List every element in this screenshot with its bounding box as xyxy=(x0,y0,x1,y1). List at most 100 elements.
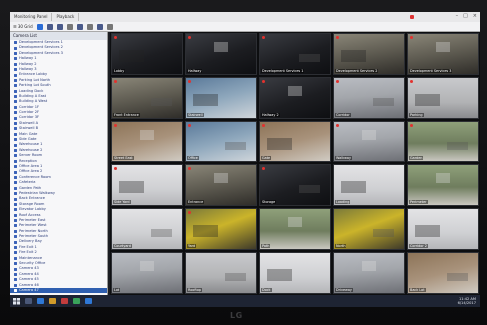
scene-detail xyxy=(446,141,468,150)
scene-detail xyxy=(341,49,366,62)
live-view-icon[interactable] xyxy=(36,23,43,30)
camera-icon xyxy=(14,186,17,190)
scene-detail xyxy=(214,41,228,52)
tab-playback[interactable]: Playback xyxy=(52,13,80,21)
camera-tile-label: Hallway 2 xyxy=(261,112,280,117)
scene-detail xyxy=(119,49,144,62)
scene-detail xyxy=(267,137,292,150)
camera-tile[interactable]: Development Services 2 xyxy=(333,33,405,75)
camera-tile[interactable]: Side Yard xyxy=(111,164,183,207)
close-button[interactable]: × xyxy=(473,13,477,19)
scene-detail xyxy=(288,217,302,228)
camera-tile[interactable]: Hallway 2 xyxy=(259,76,331,119)
recording-indicator xyxy=(336,123,339,127)
camera-tile-label: Development Services 1 xyxy=(261,68,305,73)
scene-detail xyxy=(436,41,450,52)
camera-tile[interactable]: Back Lot xyxy=(407,252,479,294)
camera-tile-label: Front Entrance xyxy=(113,112,140,117)
maximize-button[interactable]: □ xyxy=(463,13,468,19)
recording-indicator xyxy=(188,79,191,83)
search-taskbar-icon[interactable] xyxy=(25,298,32,304)
camera-tile[interactable]: Garden xyxy=(407,120,479,163)
camera-tile[interactable]: Office xyxy=(185,120,257,163)
camera-tile[interactable]: Development Services 3 xyxy=(407,33,479,75)
camera-icon xyxy=(14,272,17,276)
vms-app-icon[interactable] xyxy=(85,298,92,304)
browser-icon[interactable] xyxy=(37,298,44,304)
system-clock[interactable]: 11:42 AM 6/14/2017 xyxy=(458,297,476,305)
camera-tile[interactable]: Courtyard xyxy=(111,208,183,251)
camera-tile[interactable]: Dock xyxy=(259,252,331,294)
camera-tile[interactable]: Walkway xyxy=(333,120,405,163)
camera-tile[interactable]: Entrance xyxy=(185,164,257,207)
recording-indicator xyxy=(410,123,413,127)
camera-list-item[interactable]: Camera 47 xyxy=(10,287,107,294)
record-icon[interactable] xyxy=(66,23,73,30)
camera-tile-label: Yard xyxy=(187,244,197,249)
scene-detail xyxy=(150,97,172,106)
recording-indicator xyxy=(336,36,339,39)
camera-tile[interactable]: Hallway xyxy=(185,33,257,75)
camera-tile[interactable]: Perimeter xyxy=(407,164,479,207)
camera-tile-label: Driveway xyxy=(335,287,353,292)
recording-indicator xyxy=(262,123,265,127)
media-icon[interactable] xyxy=(61,298,68,304)
camera-tile[interactable]: Corridor xyxy=(333,76,405,119)
camera-tile[interactable]: Stairwell xyxy=(185,76,257,119)
camera-tile-label: Loading xyxy=(335,200,351,205)
monitor-brand-logo: LG xyxy=(230,311,243,320)
camera-icon xyxy=(14,51,17,55)
camera-tile[interactable]: Yard xyxy=(185,208,257,251)
scene-detail xyxy=(436,173,450,184)
recording-indicator xyxy=(188,123,191,127)
camera-tile[interactable]: North xyxy=(333,208,405,251)
tab-monitoring[interactable]: Monitoring Panel xyxy=(10,13,53,21)
camera-icon xyxy=(14,159,17,163)
camera-icon xyxy=(14,289,17,293)
camera-tile[interactable]: Lot xyxy=(111,252,183,294)
recording-indicator xyxy=(262,79,265,83)
scene-detail xyxy=(193,93,218,106)
camera-tile[interactable]: Front Entrance xyxy=(111,76,183,119)
camera-icon xyxy=(14,213,17,217)
search-icon[interactable] xyxy=(46,23,53,30)
minimize-button[interactable]: – xyxy=(456,13,459,19)
scene-detail xyxy=(362,261,376,272)
camera-tile[interactable]: Parking xyxy=(407,76,479,119)
camera-tile[interactable]: Path xyxy=(259,208,331,251)
camera-tile[interactable]: Street East xyxy=(111,120,183,163)
fullscreen-icon[interactable] xyxy=(106,23,113,30)
camera-tile[interactable]: Lobby xyxy=(111,33,183,75)
scene-detail xyxy=(298,53,320,62)
app-icon[interactable] xyxy=(73,298,80,304)
recording-indicator xyxy=(114,79,117,83)
camera-icon xyxy=(14,278,17,282)
camera-tile[interactable]: Storage xyxy=(259,164,331,207)
camera-tile-label: Garden xyxy=(409,156,424,161)
camera-icon xyxy=(14,41,17,45)
start-icon[interactable] xyxy=(13,297,20,305)
camera-icon xyxy=(14,116,17,120)
settings-icon[interactable] xyxy=(86,23,93,30)
camera-icon xyxy=(14,240,17,244)
scene-detail xyxy=(362,129,376,140)
camera-tile[interactable]: Gate xyxy=(259,120,331,163)
camera-tile[interactable]: Rooftop xyxy=(185,252,257,294)
camera-tile[interactable]: Development Services 1 xyxy=(259,33,331,75)
camera-icon xyxy=(14,224,17,228)
scene-detail xyxy=(224,141,246,150)
camera-icon xyxy=(14,246,17,250)
recording-indicator xyxy=(410,36,413,39)
layout-icon[interactable] xyxy=(76,23,83,30)
scene-detail xyxy=(298,185,320,194)
view-mode-label[interactable]: ☰ 30 Grid xyxy=(13,24,33,29)
folder-icon[interactable] xyxy=(49,298,56,304)
camera-tile[interactable]: Loading xyxy=(333,164,405,207)
camera-tile[interactable]: Corridor 2 xyxy=(407,208,479,251)
snapshot-icon[interactable] xyxy=(96,23,103,30)
recording-indicator xyxy=(188,167,191,171)
recording-indicator xyxy=(188,211,191,215)
camera-tile[interactable]: Driveway xyxy=(333,252,405,294)
zoom-icon[interactable] xyxy=(56,23,63,30)
camera-icon xyxy=(14,46,17,50)
